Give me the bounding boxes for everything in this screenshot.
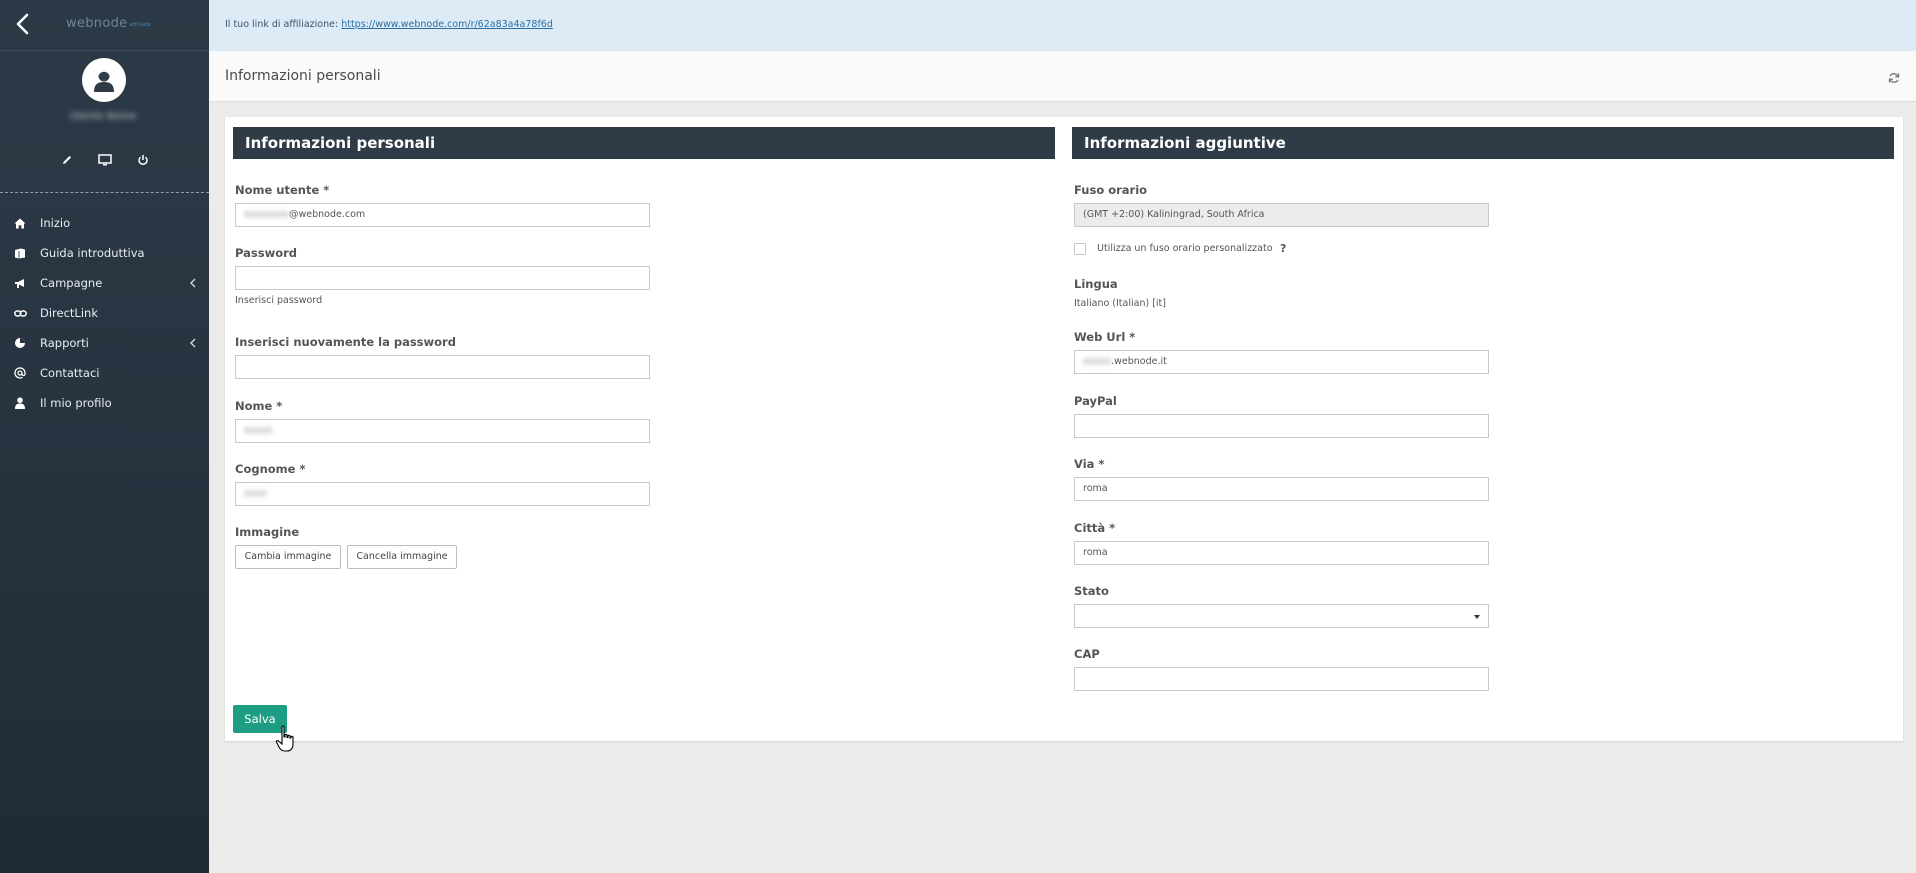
book-icon: [13, 246, 27, 260]
language-label: Lingua: [1074, 277, 1118, 291]
image-label: Immagine: [235, 525, 300, 539]
monitor-icon[interactable]: [97, 152, 113, 168]
sidebar: webnode affiliate Utente Nome Inizio Guid…: [0, 0, 209, 873]
brand-logo: webnode affiliate: [66, 16, 151, 31]
change-image-button[interactable]: Cambia immagine: [235, 545, 341, 569]
name-input[interactable]: xxxxx: [235, 419, 650, 443]
caret-down-icon: [1474, 615, 1480, 619]
paypal-input[interactable]: [1074, 414, 1489, 438]
avatar[interactable]: [82, 58, 126, 102]
zip-input[interactable]: [1074, 667, 1489, 691]
street-label: Via *: [1074, 457, 1105, 471]
refresh-icon[interactable]: [1888, 69, 1902, 83]
affiliate-link[interactable]: https://www.webnode.com/r/62a83a4a78f6d: [341, 19, 553, 30]
city-input[interactable]: roma: [1074, 541, 1489, 565]
sidebar-item-directlink[interactable]: DirectLink: [0, 298, 209, 328]
chevron-left-icon: [190, 337, 196, 351]
surname-value: xxxx: [244, 488, 267, 499]
weburl-value: .webnode.it: [1111, 356, 1167, 367]
zip-label: CAP: [1074, 647, 1100, 661]
at-icon: [13, 366, 27, 380]
power-icon[interactable]: [135, 152, 151, 168]
delete-image-button[interactable]: Cancella immagine: [347, 545, 457, 569]
home-icon: [13, 216, 27, 230]
username-value: @webnode.com: [288, 209, 366, 220]
weburl-input[interactable]: xxxxx.webnode.it: [1074, 350, 1489, 374]
sidebar-header: webnode affiliate: [0, 0, 209, 51]
bullhorn-icon: [13, 276, 27, 290]
affiliate-link-text: Il tuo link di affiliazione: https://www…: [225, 19, 553, 30]
language-value: Italiano (Italian) [it]: [1074, 298, 1166, 309]
state-label: Stato: [1074, 584, 1109, 598]
timezone-label: Fuso orario: [1074, 183, 1148, 197]
back-arrow-icon[interactable]: [12, 12, 36, 36]
password-label: Password: [235, 246, 297, 260]
page-title: Informazioni personali: [225, 68, 381, 84]
password-input[interactable]: [235, 266, 650, 290]
user-avatar-icon: [94, 70, 114, 92]
state-select[interactable]: [1074, 604, 1489, 628]
sidebar-item-rapporti[interactable]: Rapporti: [0, 328, 209, 358]
affiliate-bar: Il tuo link di affiliazione: https://www…: [209, 0, 1916, 51]
weburl-hidden-part: xxxxx: [1083, 356, 1112, 367]
paypal-label: PayPal: [1074, 394, 1117, 408]
timezone-input[interactable]: (GMT +2:00) Kaliningrad, South Africa: [1074, 203, 1489, 227]
password-hint: Inserisci password: [235, 295, 323, 306]
username-label: Nome utente *: [235, 183, 330, 197]
sidebar-item-guida[interactable]: Guida introduttiva: [0, 238, 209, 268]
sidebar-item-contattaci[interactable]: Contattaci: [0, 358, 209, 388]
name-label: Nome *: [235, 399, 283, 413]
custom-timezone-checkbox[interactable]: [1074, 243, 1086, 255]
help-question-icon[interactable]: ?: [1280, 242, 1286, 255]
password-confirm-label: Inserisci nuovamente la password: [235, 335, 456, 349]
street-input[interactable]: roma: [1074, 477, 1489, 501]
city-label: Città *: [1074, 521, 1116, 535]
page-header: Informazioni personali: [209, 51, 1916, 102]
sidebar-divider: [0, 192, 209, 193]
edit-pencil-icon[interactable]: [59, 152, 75, 168]
hand-cursor-icon: [275, 725, 294, 752]
sidebar-item-campagne[interactable]: Campagne: [0, 268, 209, 298]
additional-info-header: Informazioni aggiuntive: [1072, 127, 1894, 159]
username-input[interactable]: xxxxxxxx@webnode.com: [235, 203, 650, 227]
sidebar-item-profilo[interactable]: Il mio profilo: [0, 388, 209, 418]
pie-chart-icon: [13, 336, 27, 350]
sidebar-item-inizio[interactable]: Inizio: [0, 208, 209, 238]
chevron-left-icon: [190, 277, 196, 291]
username-hidden-part: xxxxxxxx: [244, 209, 289, 220]
sidebar-actions: [0, 152, 209, 168]
custom-timezone-label: Utilizza un fuso orario personalizzato: [1097, 243, 1273, 254]
user-name: Utente Nome: [69, 111, 137, 122]
surname-label: Cognome *: [235, 462, 306, 476]
weburl-label: Web Url *: [1074, 330, 1136, 344]
personal-info-header: Informazioni personali: [233, 127, 1055, 159]
user-icon: [13, 396, 27, 410]
password-confirm-input[interactable]: [235, 355, 650, 379]
link-icon: [13, 306, 27, 320]
sidebar-nav: Inizio Guida introduttiva Campagne Direc…: [0, 208, 209, 418]
profile-form-panel: Informazioni personali Nome utente * xxx…: [225, 117, 1903, 741]
surname-input[interactable]: xxxx: [235, 482, 650, 506]
name-value: xxxxx: [244, 425, 273, 436]
